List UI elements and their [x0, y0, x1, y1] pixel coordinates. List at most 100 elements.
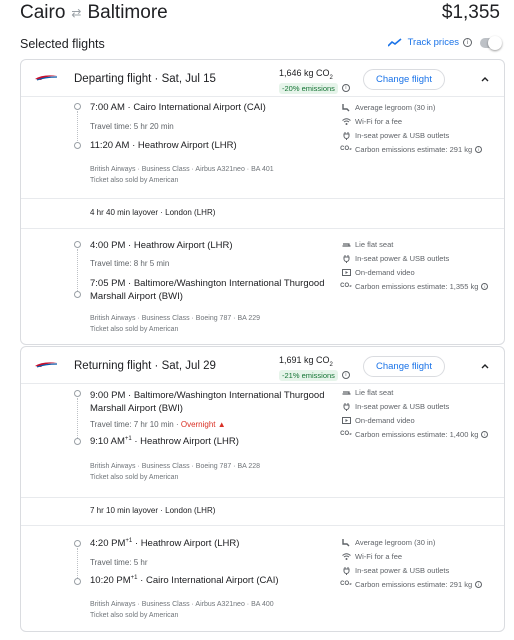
departure-dot	[74, 540, 81, 547]
amenity-text: Lie flat seat	[355, 387, 394, 397]
departing-label: Departing flight	[74, 73, 152, 85]
co2-sub: 2	[329, 74, 333, 81]
timeline-line	[77, 249, 78, 291]
route: Cairo ⇄ Baltimore	[20, 2, 168, 24]
travel-time: Travel time: 5 hr	[90, 558, 148, 567]
amenity-text: Wi-Fi for a fee	[355, 551, 403, 561]
timeline-line	[77, 111, 78, 141]
arrival-stop: 10:20 PM+1 · Cairo International Airport…	[90, 575, 279, 587]
departing-flight-card: Departing flight · Sat, Jul 15 1,646 kg …	[20, 59, 505, 345]
travel-time: Travel time: 8 hr 5 min	[90, 259, 170, 268]
amenity-video: On-demand video	[341, 413, 488, 427]
sold-by-text: Ticket also sold by American	[90, 612, 179, 619]
amenity-text: Carbon emissions estimate: 291 kg	[355, 579, 473, 589]
toggle-knob	[488, 35, 502, 50]
layover-info: 7 hr 10 min layover · London (LHR)	[90, 506, 216, 515]
info-icon[interactable]: i	[475, 145, 483, 153]
change-departing-flight-button[interactable]: Change flight	[363, 69, 445, 90]
arr-time: 11:20 AM	[90, 140, 130, 151]
layover-info: 4 hr 40 min layover · London (LHR)	[90, 208, 216, 217]
arr-time: 7:05 PM	[90, 278, 126, 289]
info-icon[interactable]: i	[341, 84, 350, 93]
legroom-icon	[341, 102, 351, 112]
amenities-list: Lie flat seat In-seat power & USB outlet…	[340, 385, 489, 441]
power-icon	[341, 565, 351, 575]
selected-flights-title: Selected flights	[20, 37, 105, 51]
arr-airport: Heathrow Airport (LHR)	[140, 436, 239, 448]
amenity-seat: Lie flat seat	[341, 237, 488, 251]
dep-time: 7:00 AM	[90, 102, 125, 113]
dep-time: 4:00 PM	[90, 240, 126, 251]
co2-amount: 1,646 kg CO2	[279, 68, 350, 81]
arr-time: 10:20 PM	[90, 575, 131, 587]
flight-details: British Airways · Business Class · Airbu…	[90, 599, 274, 621]
amenity-text: Carbon emissions estimate: 291 kg	[355, 144, 473, 154]
returning-flight-card: Returning flight · Sat, Jul 29 1,691 kg …	[20, 346, 505, 632]
day-offset: +1	[125, 538, 133, 544]
track-prices-toggle[interactable]	[480, 35, 502, 50]
arrival-dot	[74, 578, 81, 585]
dep-airport: Heathrow Airport (LHR)	[140, 538, 240, 550]
amenity-text: In-seat power & USB outlets	[355, 401, 450, 411]
flight-details-text: British Airways · Business Class · Boein…	[90, 315, 261, 322]
arr-airport-line2: Marshall Airport (BWI)	[90, 291, 183, 302]
co2-icon: CO₂	[340, 146, 352, 152]
amenity-co2: CO₂ Carbon emissions estimate: 1,355 kg i	[340, 279, 489, 293]
divider	[21, 198, 504, 199]
amenity-text: In-seat power & USB outlets	[355, 130, 450, 140]
amenity-text: Lie flat seat	[355, 239, 394, 249]
flight-details-text: British Airways · Business Class · Airbu…	[90, 601, 274, 608]
info-icon[interactable]: i	[481, 282, 489, 290]
departure-stop: 4:00 PM · Heathrow Airport (LHR)	[90, 240, 233, 251]
arrival-dot	[74, 438, 81, 445]
leg-timeline	[74, 390, 82, 445]
info-icon[interactable]: i	[475, 580, 483, 588]
chevron-up-icon[interactable]	[480, 361, 490, 371]
arrival-dot	[74, 142, 81, 149]
co2-icon: CO₂	[340, 581, 352, 587]
divider	[21, 96, 504, 97]
amenity-legroom: Average legroom (30 in)	[341, 535, 482, 549]
arr-airport: Cairo International Airport (CAI)	[145, 575, 279, 587]
lie-flat-seat-icon	[341, 239, 351, 249]
swap-arrows-icon: ⇄	[71, 6, 82, 20]
info-icon[interactable]: i	[341, 371, 350, 380]
amenity-text: Average legroom (30 in)	[355, 102, 436, 112]
video-icon	[341, 415, 351, 425]
lie-flat-seat-icon	[341, 387, 351, 397]
amenity-co2: CO₂ Carbon emissions estimate: 291 kg i	[340, 577, 483, 591]
track-prices[interactable]: Track prices i	[387, 35, 502, 50]
amenities-list: Lie flat seat In-seat power & USB outlet…	[340, 237, 489, 293]
arrival-dot	[74, 291, 81, 298]
co2-icon: CO₂	[340, 283, 352, 289]
sold-by-text: Ticket also sold by American	[90, 177, 179, 184]
info-icon[interactable]: i	[463, 38, 472, 47]
travel-time: Travel time: 5 hr 20 min	[90, 122, 174, 131]
amenity-power: In-seat power & USB outlets	[341, 399, 488, 413]
dep-airport: Heathrow Airport (LHR)	[133, 240, 233, 251]
info-icon[interactable]: i	[481, 430, 489, 438]
arrival-stop: 7:05 PM · Baltimore/Washington Internati…	[90, 278, 325, 302]
timeline-line	[77, 398, 78, 438]
arrival-stop: 9:10 AM+1 · Heathrow Airport (LHR)	[90, 436, 239, 448]
co2-amount-text: 1,646 kg CO	[279, 68, 330, 78]
divider	[21, 228, 504, 229]
divider	[21, 497, 504, 498]
co2-icon: CO₂	[340, 431, 352, 437]
co2-amount-text: 1,691 kg CO	[279, 355, 330, 365]
change-returning-flight-button[interactable]: Change flight	[363, 356, 445, 377]
co2-sub: 2	[329, 361, 333, 368]
power-icon	[341, 401, 351, 411]
legroom-icon	[341, 537, 351, 547]
overnight-label: Overnight	[180, 420, 216, 429]
divider	[21, 383, 504, 384]
origin-city: Cairo	[20, 2, 66, 23]
day-offset: +1	[130, 575, 138, 581]
amenity-power: In-seat power & USB outlets	[341, 128, 482, 142]
amenity-wifi: Wi-Fi for a fee	[341, 114, 482, 128]
british-airways-logo-icon	[35, 75, 57, 81]
returning-title: Returning flight · Sat, Jul 29	[74, 360, 216, 372]
video-icon	[341, 267, 351, 277]
departure-dot	[74, 241, 81, 248]
chevron-up-icon[interactable]	[480, 74, 490, 84]
